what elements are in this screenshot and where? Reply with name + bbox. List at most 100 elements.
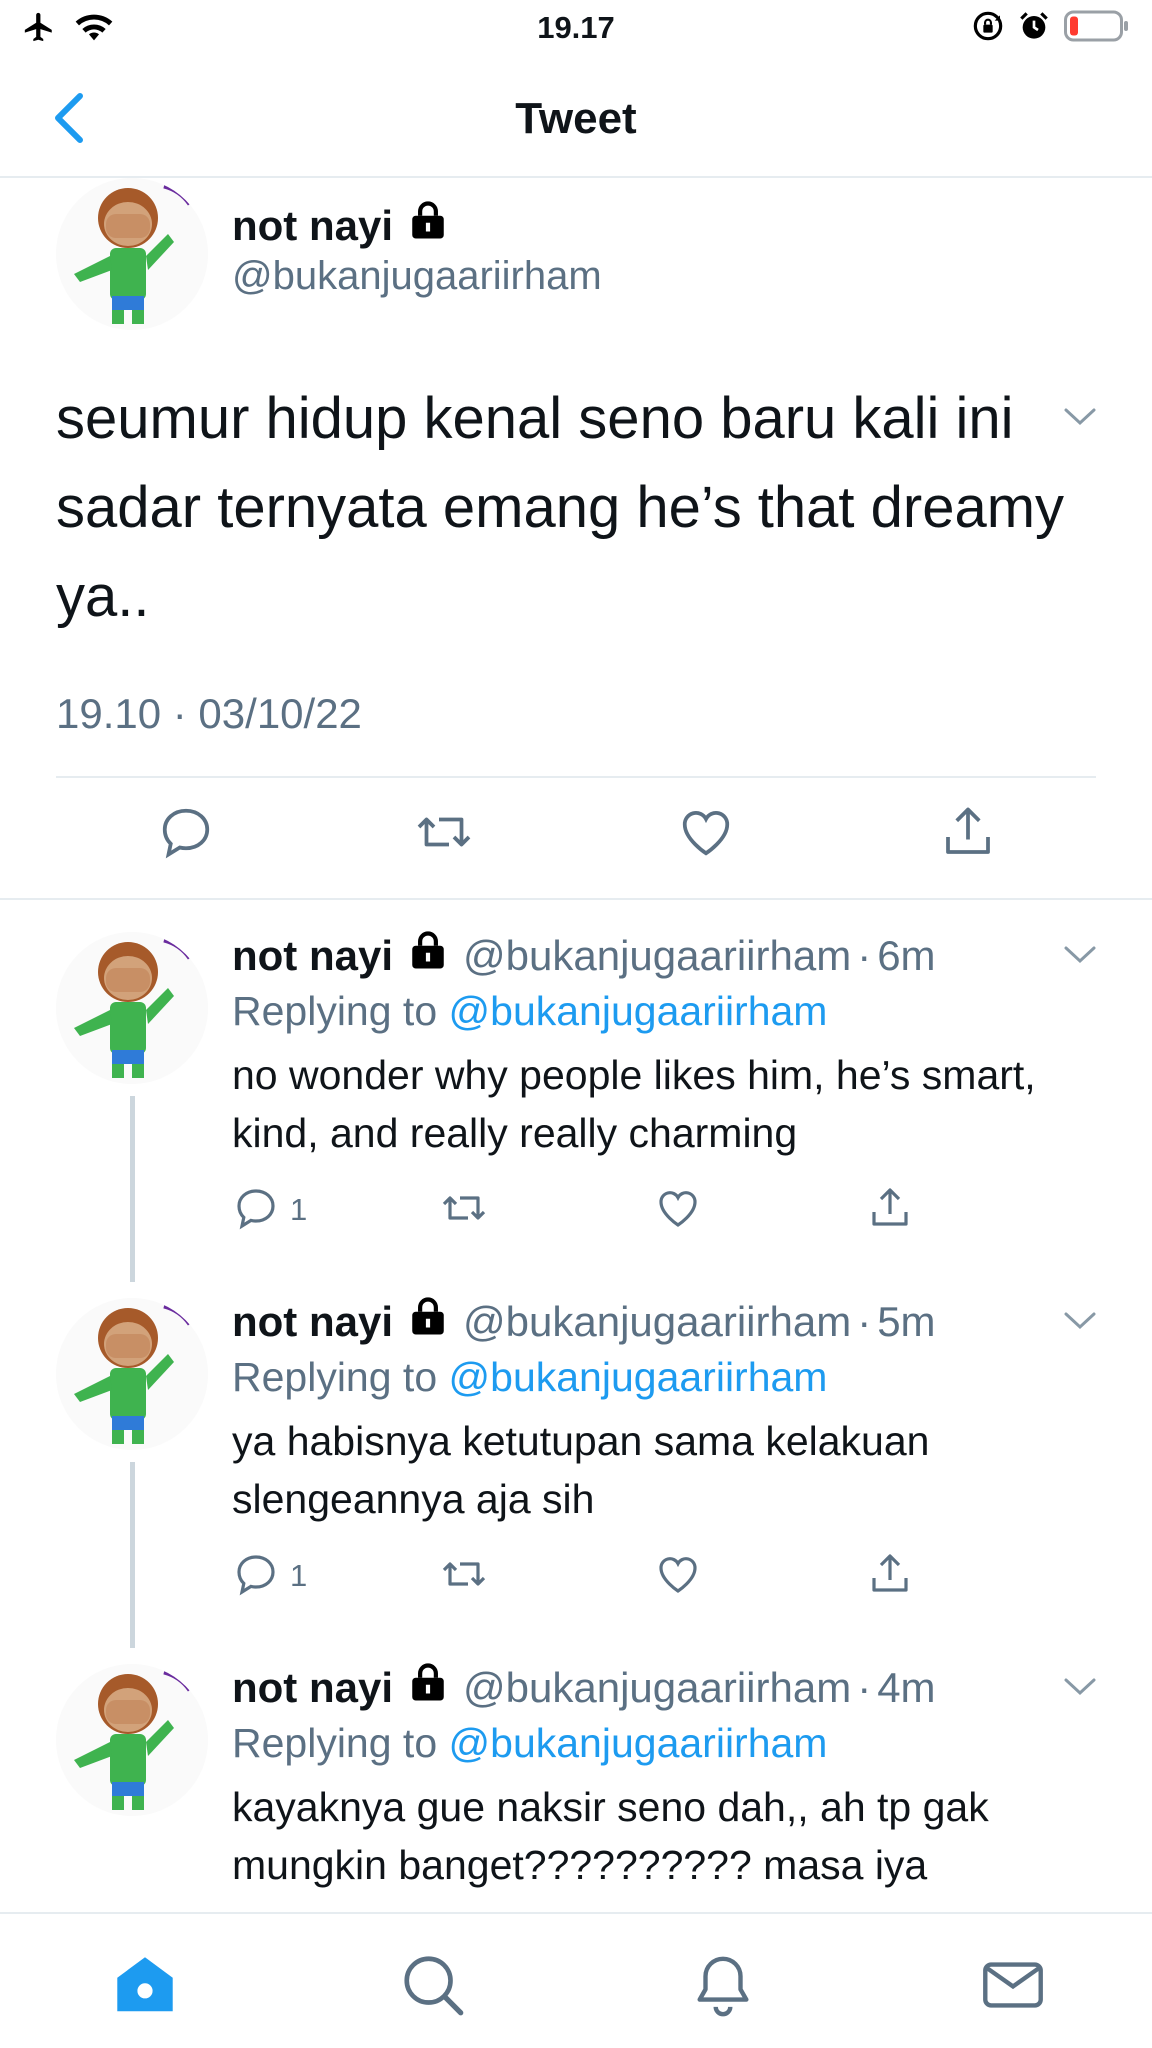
avatar-image <box>56 1664 208 1816</box>
retweet-button[interactable] <box>414 802 474 862</box>
status-right <box>972 10 1130 47</box>
share-icon <box>938 807 998 866</box>
thread-line <box>130 1096 135 1282</box>
lock-icon <box>407 1296 449 1348</box>
tweet-actions <box>0 802 1152 876</box>
chevron-down-icon <box>1062 1312 1098 1336</box>
lock-icon <box>407 1662 449 1714</box>
replying-to-mention[interactable]: @bukanjugaariirham <box>449 1720 828 1766</box>
separator-dot: · <box>857 1664 872 1711</box>
tab-notifications[interactable] <box>688 1950 758 2020</box>
orientation-lock-icon <box>972 10 1004 47</box>
lock-icon <box>407 930 449 982</box>
author-handle[interactable]: @bukanjugaariirham <box>463 1664 851 1712</box>
reply-icon <box>156 808 216 866</box>
reply-tweet[interactable]: not nayi @bukanjugaariirham · 5m Replyin… <box>0 1266 1152 1648</box>
avatar-image <box>56 178 208 330</box>
tab-home[interactable] <box>110 1950 180 2020</box>
reply-button[interactable] <box>156 802 216 862</box>
replying-to: Replying to @bukanjugaariirham <box>232 1720 827 1767</box>
avatar[interactable] <box>56 1664 208 1816</box>
retweet-icon <box>440 1550 488 1603</box>
tweet-timestamp[interactable]: 19.10 · 03/10/22 <box>56 690 362 738</box>
author-name-row[interactable]: not nayi <box>232 200 449 252</box>
tweet-actions: 1 <box>232 1548 1092 1604</box>
battery-icon <box>1064 10 1130 47</box>
search-icon <box>398 1956 468 2024</box>
main-tweet: not nayi @bukanjugaariirham seumur hidup… <box>0 178 1152 900</box>
reply-icon <box>232 1550 280 1603</box>
messages-icon <box>978 1962 1048 2024</box>
retweet-icon <box>414 817 474 866</box>
like-button[interactable] <box>676 802 736 862</box>
separator-dot: · <box>857 1298 872 1345</box>
reply-count: 1 <box>290 1192 308 1227</box>
navigation-bar: Tweet <box>0 58 1152 178</box>
avatar[interactable] <box>56 932 208 1084</box>
author-name: not nayi <box>232 202 394 249</box>
reply-header: not nayi @bukanjugaariirham · 5m <box>232 1296 936 1348</box>
reply-time: 5m <box>877 1298 936 1345</box>
author-handle[interactable]: @bukanjugaariirham <box>463 932 851 980</box>
tweet-text: seumur hidup kenal seno baru kali ini sa… <box>56 386 1065 629</box>
reply-time: 4m <box>877 1664 936 1711</box>
like-icon <box>654 1184 702 1237</box>
author-name[interactable]: not nayi <box>232 932 393 980</box>
reply-text: no wonder why people likes him, he’s sma… <box>232 1052 1036 1156</box>
share-icon <box>866 1184 914 1237</box>
replying-to-label: Replying to <box>232 988 438 1034</box>
tweet-menu-button[interactable] <box>1062 944 1098 971</box>
reply-icon <box>232 1184 280 1237</box>
reply-time: 6m <box>877 932 936 979</box>
divider <box>56 776 1096 778</box>
tab-messages[interactable] <box>978 1950 1048 2020</box>
avatar-image <box>56 1298 208 1450</box>
status-bar: 19.17 <box>0 0 1152 58</box>
reply-button[interactable]: 1 <box>232 1182 307 1238</box>
page-title: Tweet <box>515 94 637 143</box>
replying-to: Replying to @bukanjugaariirham <box>232 1354 827 1401</box>
home-icon <box>110 1957 180 2024</box>
reply-tweet[interactable]: not nayi @bukanjugaariirham · 6m Replyin… <box>0 900 1152 1282</box>
author-handle[interactable]: @bukanjugaariirham <box>232 254 602 299</box>
tab-bar <box>0 1912 1152 2048</box>
reply-header: not nayi @bukanjugaariirham · 4m <box>232 1662 936 1714</box>
like-button[interactable] <box>654 1548 702 1604</box>
tweet-menu-button[interactable] <box>1062 1676 1098 1703</box>
avatar[interactable] <box>56 178 208 330</box>
reply-text: kayaknya gue naksir seno dah,, ah tp gak… <box>232 1784 989 1888</box>
reply-header: not nayi @bukanjugaariirham · 6m <box>232 930 936 982</box>
notifications-icon <box>688 1956 758 2024</box>
share-icon <box>866 1550 914 1603</box>
reply-count: 1 <box>290 1558 308 1593</box>
chevron-down-icon <box>1062 1678 1098 1702</box>
tweet-actions: 1 <box>232 1182 1092 1238</box>
retweet-button[interactable] <box>440 1548 488 1604</box>
alarm-icon <box>1018 10 1050 47</box>
author-handle[interactable]: @bukanjugaariirham <box>463 1298 851 1346</box>
reply-button[interactable]: 1 <box>232 1548 307 1604</box>
share-button[interactable] <box>866 1182 914 1238</box>
reply-text: ya habisnya ketutupan sama kelakuan slen… <box>232 1418 930 1522</box>
author-name[interactable]: not nayi <box>232 1664 393 1712</box>
replying-to-mention[interactable]: @bukanjugaariirham <box>449 1354 828 1400</box>
retweet-icon <box>440 1184 488 1237</box>
replying-to: Replying to @bukanjugaariirham <box>232 988 827 1035</box>
thread-line <box>130 1462 135 1648</box>
chevron-down-icon <box>1062 946 1098 970</box>
replying-to-label: Replying to <box>232 1720 438 1766</box>
tweet-menu-button[interactable] <box>1062 1310 1098 1337</box>
retweet-button[interactable] <box>440 1182 488 1238</box>
like-icon <box>676 811 736 866</box>
like-button[interactable] <box>654 1182 702 1238</box>
tab-search[interactable] <box>398 1950 468 2020</box>
share-button[interactable] <box>938 802 998 862</box>
replying-to-mention[interactable]: @bukanjugaariirham <box>449 988 828 1034</box>
like-icon <box>654 1550 702 1603</box>
avatar[interactable] <box>56 1298 208 1450</box>
separator-dot: · <box>857 932 872 979</box>
share-button[interactable] <box>866 1548 914 1604</box>
avatar-image <box>56 932 208 1084</box>
lock-icon <box>407 200 449 252</box>
author-name[interactable]: not nayi <box>232 1298 393 1346</box>
